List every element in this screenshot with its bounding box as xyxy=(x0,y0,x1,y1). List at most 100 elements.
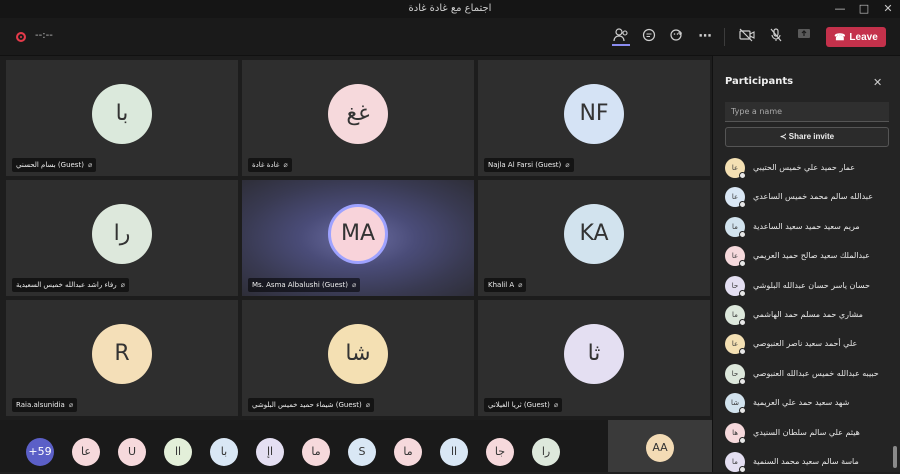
chat-icon[interactable] xyxy=(640,28,658,46)
share-invite-button[interactable]: ≺ Share invite xyxy=(725,127,889,147)
participant-name-label: Najla Al Farsi (Guest) ⌀ xyxy=(484,158,574,172)
people-icon[interactable] xyxy=(612,28,630,46)
panel-title: Participants xyxy=(725,76,794,87)
participant-avatar: MA xyxy=(328,204,388,264)
close-window-icon[interactable]: ✕ xyxy=(880,1,896,17)
title-bar: اجتماع مع غادة غادة — □ ✕ xyxy=(0,0,900,18)
presence-dot xyxy=(739,407,746,415)
strip-avatar[interactable]: ما xyxy=(394,438,422,466)
participant-list-name: حسان ياسر حسان عبدالله البلوشي xyxy=(753,280,870,290)
presence-dot xyxy=(739,230,746,238)
participant-list-avatar: عا xyxy=(725,334,746,356)
video-tile[interactable]: ثا ثريا الغيلاني (Guest) ⌀ xyxy=(478,300,710,416)
participant-list-item[interactable]: حا حبيبه عبدالله خميس عبدالله العنبوصي xyxy=(725,363,885,386)
participant-initials: ها xyxy=(732,428,738,437)
participant-name: رفاء راشد عبدالله خميس السعيدية xyxy=(16,281,117,289)
participant-list-item[interactable]: ها هيثم علي سالم سلطان السنيدي xyxy=(725,422,885,445)
close-icon[interactable]: ✕ xyxy=(873,76,882,89)
participant-list-name: مريم سعيد حميد سعيد الساعدية xyxy=(753,221,860,231)
participant-list-avatar: ما xyxy=(725,452,746,473)
video-tile[interactable]: شا شيماء حميد خميس البلوشي (Guest) ⌀ xyxy=(242,300,474,416)
participant-initials: ما xyxy=(732,222,738,231)
strip-avatar[interactable]: عا xyxy=(72,438,100,466)
overflow-count-avatar[interactable]: +59 xyxy=(26,438,54,466)
strip-avatar[interactable]: ما xyxy=(302,438,330,466)
self-view[interactable]: AA xyxy=(608,420,712,472)
video-tile[interactable]: MA Ms. Asma Albalushi (Guest) ⌀ xyxy=(242,180,474,296)
muted-mic-icon: ⌀ xyxy=(283,161,288,169)
participant-name-label: Raia.alsunidia ⌀ xyxy=(12,398,78,412)
participant-name-label: Khalil A ⌀ xyxy=(484,278,527,292)
meeting-timer: --:-- xyxy=(35,30,53,41)
participant-list-item[interactable]: ما مشاري حمد مسلم حمد الهاشمي xyxy=(725,305,885,327)
participants-panel: Participants ✕ ≺ Share invite عا عمار حمي… xyxy=(712,56,900,474)
minimize-icon[interactable]: — xyxy=(832,1,848,17)
video-tile[interactable]: غغ غادة غادة ⌀ xyxy=(242,60,474,176)
video-tile[interactable]: R Raia.alsunidia ⌀ xyxy=(6,300,238,416)
presence-dot xyxy=(739,201,746,209)
participant-list-name: عبدالله سالم محمد خميس الساعدي xyxy=(753,192,873,202)
share-screen-icon[interactable] xyxy=(795,28,813,46)
participant-list-item[interactable]: حا حسان ياسر حسان عبدالله البلوشي xyxy=(725,275,885,298)
participant-list-avatar: شا xyxy=(725,393,746,415)
participant-list-avatar: حا xyxy=(725,363,746,385)
participant-name: ثريا الغيلاني (Guest) xyxy=(488,401,550,409)
participant-list-avatar: ها xyxy=(725,422,746,444)
participant-avatar: R xyxy=(92,324,152,384)
participant-list-item[interactable]: ما ماسة سالم سعيد محمد السنمية xyxy=(725,452,885,474)
window-title: اجتماع مع غادة غادة xyxy=(408,3,492,14)
strip-avatar[interactable]: را xyxy=(532,438,560,466)
strip-avatar[interactable]: اإ xyxy=(256,438,284,466)
video-tile[interactable]: را رفاء راشد عبدالله خميس السعيدية ⌀ xyxy=(6,180,238,296)
search-input[interactable] xyxy=(725,102,889,122)
participant-list-item[interactable]: شا شهد سعيد حمد علي العريمية xyxy=(725,393,885,415)
participant-initials: ما xyxy=(732,311,738,319)
participant-avatar: غغ xyxy=(328,84,388,144)
toolbar-divider xyxy=(724,28,725,46)
participant-avatar: شا xyxy=(328,324,388,384)
reactions-icon[interactable] xyxy=(668,28,686,46)
video-grid: با بسام الحسني (Guest) ⌀ غغ غادة غادة ⌀ NF Najl… xyxy=(0,56,712,472)
strip-avatar[interactable]: S xyxy=(348,438,376,466)
leave-label: Leave xyxy=(849,32,878,43)
participant-list-item[interactable]: عا عمار حميد علي خميس الحتيبي xyxy=(725,158,885,180)
presence-dot xyxy=(739,260,746,268)
muted-mic-icon: ⌀ xyxy=(68,401,74,409)
participant-name: Khalil A xyxy=(488,281,515,289)
muted-mic-icon: ⌀ xyxy=(518,281,523,289)
participant-list-item[interactable]: عا عبدالله سالم محمد خميس الساعدي xyxy=(725,187,885,209)
participant-name-label: ثريا الغيلاني (Guest) ⌀ xyxy=(484,398,563,412)
participant-list-avatar: عا xyxy=(725,187,746,209)
participant-initials: شا xyxy=(731,399,739,408)
participant-list-item[interactable]: عا علي أحمد سعيد ناصر العنبوصي xyxy=(725,334,885,356)
participant-name: Raia.alsunidia xyxy=(16,401,65,409)
participant-avatar: ثا xyxy=(564,324,624,384)
participant-list-item[interactable]: ما مريم سعيد حميد سعيد الساعدية xyxy=(725,216,885,239)
strip-avatar[interactable]: اا xyxy=(164,438,192,466)
participant-list-item[interactable]: عا عبدالملك سعيد صالح حميد العريمي xyxy=(725,246,885,268)
video-tile[interactable]: NF Najla Al Farsi (Guest) ⌀ xyxy=(478,60,710,176)
leave-button[interactable]: ☎ Leave xyxy=(826,27,886,47)
participant-avatar: NF xyxy=(564,84,624,144)
strip-avatar[interactable]: جا xyxy=(486,438,514,466)
self-avatar: AA xyxy=(646,434,674,462)
participant-name-label: بسام الحسني (Guest) ⌀ xyxy=(12,158,97,172)
participant-name-label: Ms. Asma Albalushi (Guest) ⌀ xyxy=(248,278,361,292)
participant-initials: حا xyxy=(731,369,739,378)
strip-avatar[interactable]: U xyxy=(118,438,146,466)
camera-off-icon[interactable] xyxy=(738,28,756,46)
more-options-icon[interactable]: ⋯ xyxy=(696,28,714,46)
participant-initials: عا xyxy=(731,252,739,261)
scrollbar-thumb[interactable] xyxy=(893,446,897,468)
strip-avatar[interactable]: با xyxy=(210,438,238,466)
mic-off-icon[interactable] xyxy=(767,28,785,46)
participant-list-avatar: ما xyxy=(725,305,746,326)
maximize-icon[interactable]: □ xyxy=(856,1,872,17)
participant-name-label: غادة غادة ⌀ xyxy=(248,158,292,172)
participant-name-label: رفاء راشد عبدالله خميس السعيدية ⌀ xyxy=(12,278,129,292)
video-tile[interactable]: با بسام الحسني (Guest) ⌀ xyxy=(6,60,238,176)
participant-list-name: عبدالملك سعيد صالح حميد العريمي xyxy=(753,251,870,261)
video-tile[interactable]: KA Khalil A ⌀ xyxy=(478,180,710,296)
muted-mic-icon: ⌀ xyxy=(352,281,357,289)
strip-avatar[interactable]: اا xyxy=(440,438,468,466)
